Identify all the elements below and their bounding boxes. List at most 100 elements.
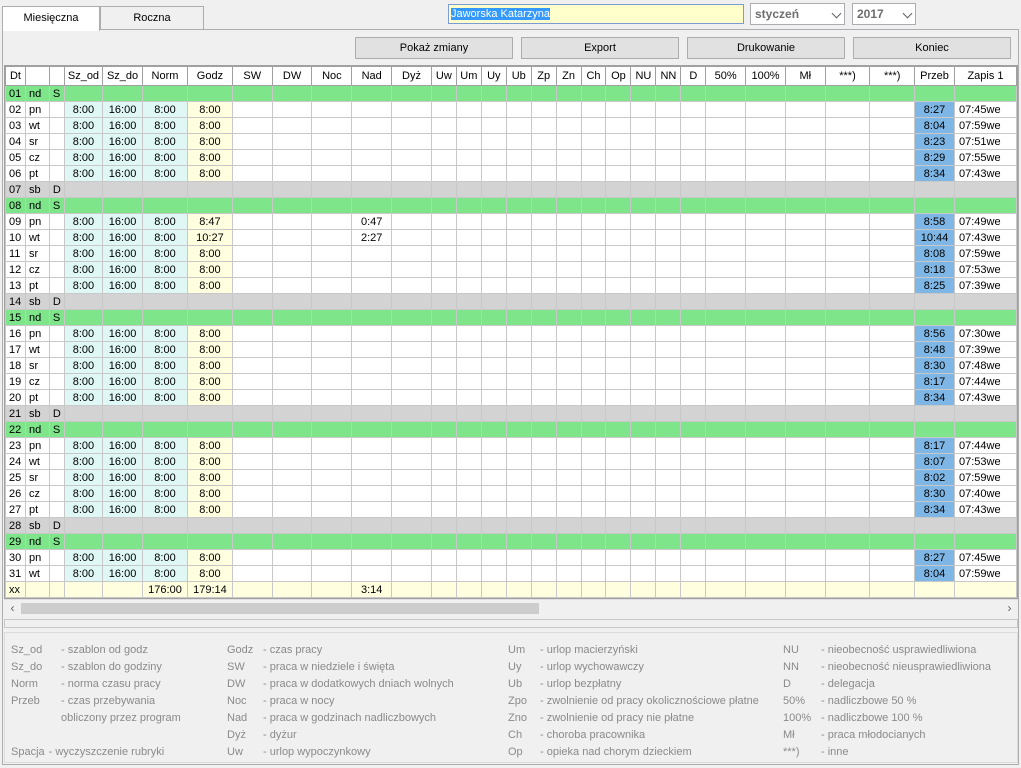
data-cell[interactable] bbox=[680, 213, 707, 230]
overtime-cell[interactable] bbox=[351, 309, 393, 326]
data-cell[interactable] bbox=[555, 405, 582, 422]
presence-cell[interactable] bbox=[914, 197, 955, 214]
data-cell[interactable] bbox=[869, 309, 916, 326]
data-cell[interactable] bbox=[824, 469, 871, 486]
day-cell[interactable]: 16 bbox=[5, 325, 26, 342]
norm-cell[interactable] bbox=[142, 421, 188, 438]
data-cell[interactable] bbox=[430, 101, 457, 118]
record-cell[interactable]: 07:30we bbox=[953, 325, 1017, 342]
data-cell[interactable] bbox=[505, 101, 532, 118]
day-cell[interactable]: 31 bbox=[5, 565, 26, 582]
data-cell[interactable] bbox=[555, 149, 582, 166]
data-cell[interactable] bbox=[680, 517, 707, 534]
record-cell[interactable]: 07:40we bbox=[953, 485, 1017, 502]
day-cell[interactable]: 08 bbox=[5, 197, 26, 214]
table-row[interactable]: 29nd S bbox=[5, 533, 1017, 550]
data-cell[interactable] bbox=[311, 229, 353, 246]
data-cell[interactable] bbox=[271, 485, 313, 502]
data-cell[interactable] bbox=[630, 421, 657, 438]
data-cell[interactable] bbox=[784, 133, 826, 150]
data-cell[interactable] bbox=[455, 117, 482, 134]
data-cell[interactable] bbox=[580, 261, 607, 278]
table-row[interactable]: 11 sr 8:00 16:00 8:00 8:00 8:08 07:59we bbox=[5, 245, 1017, 262]
data-cell[interactable] bbox=[480, 405, 507, 422]
data-cell[interactable] bbox=[530, 245, 557, 262]
presence-cell[interactable]: 8:30 bbox=[914, 357, 955, 374]
shift-from-cell[interactable] bbox=[63, 181, 104, 198]
data-cell[interactable] bbox=[271, 245, 313, 262]
day-flag-cell[interactable] bbox=[48, 261, 65, 278]
overtime-cell[interactable] bbox=[351, 357, 393, 374]
data-cell[interactable] bbox=[605, 549, 632, 566]
overtime-cell[interactable] bbox=[351, 549, 393, 566]
data-cell[interactable] bbox=[555, 469, 582, 486]
shift-from-cell[interactable]: 8:00 bbox=[63, 501, 104, 518]
data-cell[interactable] bbox=[505, 325, 532, 342]
data-cell[interactable] bbox=[391, 549, 432, 566]
data-cell[interactable] bbox=[655, 533, 682, 550]
data-cell[interactable] bbox=[311, 245, 353, 262]
data-cell[interactable] bbox=[824, 341, 871, 358]
data-cell[interactable] bbox=[555, 421, 582, 438]
data-cell[interactable] bbox=[530, 437, 557, 454]
data-cell[interactable] bbox=[555, 197, 582, 214]
data-cell[interactable] bbox=[555, 229, 582, 246]
data-cell[interactable] bbox=[680, 533, 707, 550]
data-cell[interactable] bbox=[824, 549, 871, 566]
overtime-cell[interactable]: 2:27 bbox=[351, 229, 393, 246]
data-cell[interactable] bbox=[630, 373, 657, 390]
data-cell[interactable] bbox=[555, 261, 582, 278]
data-cell[interactable] bbox=[231, 421, 273, 438]
data-cell[interactable] bbox=[391, 261, 432, 278]
record-cell[interactable]: 07:43we bbox=[953, 501, 1017, 518]
data-cell[interactable] bbox=[784, 533, 826, 550]
record-cell[interactable]: 07:59we bbox=[953, 469, 1017, 486]
presence-cell[interactable] bbox=[914, 181, 955, 198]
weekday-cell[interactable]: pn bbox=[24, 437, 50, 454]
weekday-cell[interactable]: cz bbox=[24, 485, 50, 502]
weekday-cell[interactable]: pn bbox=[24, 549, 50, 566]
data-cell[interactable] bbox=[869, 149, 916, 166]
data-cell[interactable] bbox=[580, 533, 607, 550]
data-cell[interactable] bbox=[271, 517, 313, 534]
overtime-cell[interactable] bbox=[351, 501, 393, 518]
day-flag-cell[interactable] bbox=[48, 277, 65, 294]
hours-cell[interactable]: 8:00 bbox=[186, 357, 233, 374]
data-cell[interactable] bbox=[705, 261, 747, 278]
data-cell[interactable] bbox=[505, 469, 532, 486]
data-cell[interactable] bbox=[455, 149, 482, 166]
data-cell[interactable] bbox=[455, 565, 482, 582]
data-cell[interactable] bbox=[824, 325, 871, 342]
table-row[interactable]: 09 pn 8:00 16:00 8:00 8:47 0:47 8:58 07:49we bbox=[5, 213, 1017, 230]
shift-from-cell[interactable]: 8:00 bbox=[63, 549, 104, 566]
shift-to-cell[interactable]: 16:00 bbox=[102, 389, 144, 406]
data-cell[interactable] bbox=[705, 245, 747, 262]
weekday-cell[interactable]: sb bbox=[24, 181, 50, 198]
data-cell[interactable] bbox=[784, 85, 826, 102]
data-cell[interactable] bbox=[271, 533, 313, 550]
overtime-cell[interactable] bbox=[351, 517, 393, 534]
data-cell[interactable] bbox=[391, 165, 432, 182]
norm-cell[interactable]: 8:00 bbox=[142, 101, 188, 118]
hours-cell[interactable]: 8:00 bbox=[186, 101, 233, 118]
day-flag-cell[interactable]: D bbox=[48, 517, 65, 534]
employee-name-field[interactable]: Jaworska Katarzyna bbox=[448, 4, 744, 24]
data-cell[interactable] bbox=[530, 469, 557, 486]
data-cell[interactable] bbox=[580, 389, 607, 406]
day-flag-cell[interactable] bbox=[48, 229, 65, 246]
data-cell[interactable] bbox=[455, 533, 482, 550]
data-cell[interactable] bbox=[430, 181, 457, 198]
print-button[interactable]: Drukowanie bbox=[687, 37, 845, 59]
data-cell[interactable] bbox=[630, 565, 657, 582]
shift-from-cell[interactable]: 8:00 bbox=[63, 149, 104, 166]
data-cell[interactable] bbox=[869, 165, 916, 182]
hours-cell[interactable]: 8:00 bbox=[186, 341, 233, 358]
data-cell[interactable] bbox=[869, 213, 916, 230]
shift-from-cell[interactable]: 8:00 bbox=[63, 389, 104, 406]
day-flag-cell[interactable] bbox=[48, 117, 65, 134]
data-cell[interactable] bbox=[824, 133, 871, 150]
data-cell[interactable] bbox=[580, 357, 607, 374]
data-cell[interactable] bbox=[530, 373, 557, 390]
data-cell[interactable] bbox=[555, 501, 582, 518]
tab-yearly[interactable]: Roczna bbox=[100, 6, 204, 29]
